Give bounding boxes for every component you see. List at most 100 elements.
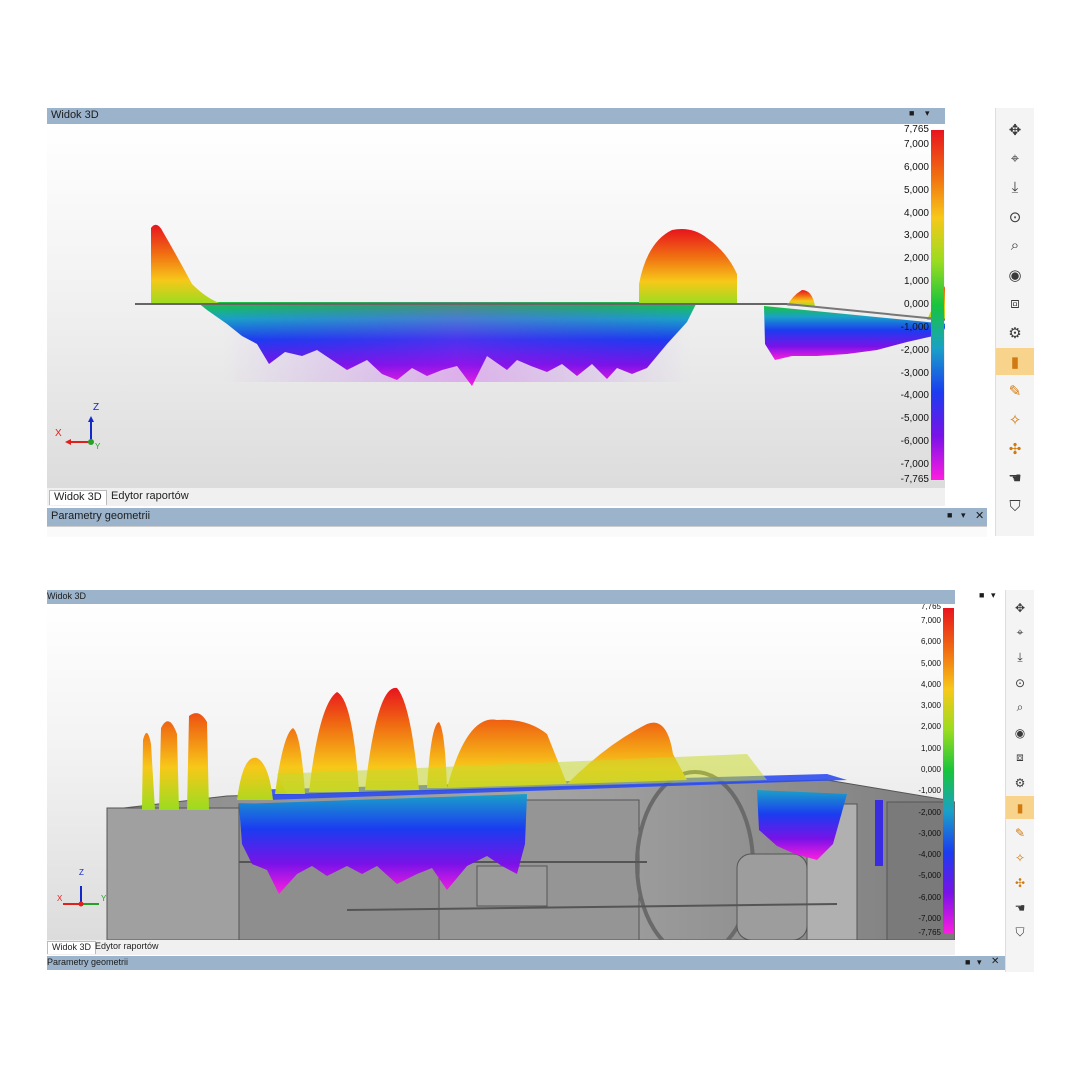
label-move-icon[interactable]: ✣ [996, 435, 1034, 462]
zoom-icon[interactable]: ⌕ [1006, 696, 1034, 719]
legend-label: -4,000 [900, 390, 929, 402]
visibility-icon[interactable]: ◉ [1006, 721, 1034, 744]
settings-icon[interactable]: ⚙ [996, 319, 1034, 346]
view-toolbar: ✥ ⌖ ⤓ ⊙ ⌕ ◉ ⧈ ⚙ ▮ ✎ ✧ ✣ ☚ ⛉ [995, 108, 1034, 536]
legend-label: -7,000 [918, 914, 941, 924]
viewport-3d[interactable]: Z X Y 7,765 7,000 6,000 5,000 4,000 3,000 2,00… [47, 604, 955, 940]
legend-label: 5,000 [903, 184, 929, 196]
hand-icon[interactable]: ☚ [1006, 896, 1034, 919]
view-tabs: Widok 3D Edytor raportów [47, 488, 945, 506]
chevron-down-icon[interactable]: ▾ [977, 957, 982, 968]
axis-x-label: X [57, 894, 63, 903]
chevron-down-icon[interactable]: ▾ [925, 108, 930, 119]
axis-y-label: Y [95, 442, 101, 451]
zoom-fit-icon[interactable]: ⊙ [1006, 671, 1034, 694]
import-icon[interactable]: ⤓ [996, 174, 1034, 201]
pin-icon[interactable]: ■ [909, 108, 914, 118]
legend-label: 7,765 [920, 604, 941, 611]
color-map-icon[interactable]: ▮ [996, 348, 1034, 375]
tab-edytor-raportow[interactable]: Edytor raportów [107, 490, 193, 504]
viewport-3d[interactable]: Z X Y 7,765 7,000 6,000 5,000 4,000 3,000 2,00… [47, 124, 945, 488]
color-map-icon[interactable]: ▮ [1006, 796, 1034, 819]
axis-x-label: X [55, 428, 62, 439]
annotation-icon[interactable]: ✎ [1006, 821, 1034, 844]
axis-view-icon[interactable]: ⌖ [996, 145, 1034, 172]
legend-label: 6,000 [920, 637, 941, 647]
legend-label: 2,000 [920, 722, 941, 732]
shield-icon[interactable]: ⛉ [1006, 921, 1034, 944]
geometry-panel-titlebar: Parametry geometrii ■ ▾ ✕ [47, 956, 1007, 970]
window-titlebar: Widok 3D ■ ▾ [47, 590, 996, 604]
legend-label: -4,000 [918, 850, 941, 860]
legend-label: 3,000 [903, 230, 929, 242]
color-legend: 7,765 7,000 6,000 5,000 4,000 3,000 2,000 1,000… [887, 124, 945, 488]
legend-label: -7,000 [900, 459, 929, 471]
zoom-fit-icon[interactable]: ⊙ [996, 203, 1034, 230]
legend-label: 0,000 [920, 765, 941, 774]
pin-icon[interactable]: ■ [947, 510, 952, 520]
pan-rotate-icon[interactable]: ✥ [996, 116, 1034, 143]
axis-z-label: Z [79, 868, 84, 877]
axis-triad [65, 416, 94, 445]
legend-label: -3,000 [900, 367, 929, 379]
positive-deviation-peak-left [151, 224, 222, 304]
deviation-plot [65, 224, 945, 445]
color-tool-icon[interactable]: ✧ [1006, 846, 1034, 869]
window-title: Widok 3D [51, 109, 99, 121]
window-titlebar: Widok 3D ■ ▾ [47, 108, 945, 124]
panel-title: Parametry geometrii [47, 957, 129, 967]
pin-icon[interactable]: ■ [965, 957, 970, 967]
window-title: Widok 3D [47, 591, 87, 601]
legend-label: -2,000 [900, 344, 929, 356]
geometry-panel-titlebar: Parametry geometrii ■ ▾ ✕ [47, 508, 987, 526]
axis-y-label: Y [101, 894, 107, 903]
legend-label: 4,000 [903, 207, 929, 219]
tab-widok-3d[interactable]: Widok 3D [49, 490, 107, 505]
legend-label: -5,000 [918, 871, 941, 881]
axis-triad [63, 886, 99, 907]
positive-deviation-peak-center [639, 229, 737, 304]
tab-widok-3d[interactable]: Widok 3D [47, 941, 97, 954]
tab-edytor-raportow[interactable]: Edytor raportów [91, 941, 163, 953]
cube-icon[interactable]: ⧈ [1006, 746, 1034, 769]
hand-icon[interactable]: ☚ [996, 464, 1034, 491]
panel-title: Parametry geometrii [51, 510, 151, 522]
view-3d-window-top: Widok 3D ■ ▾ Z X Y 7,765 7,000 6,000 5,0… [47, 108, 1034, 537]
color-tool-icon[interactable]: ✧ [996, 406, 1034, 433]
axis-view-icon[interactable]: ⌖ [1006, 621, 1034, 644]
legend-label: 5,000 [920, 658, 941, 668]
deviation-model-plot [63, 687, 955, 940]
annotation-icon[interactable]: ✎ [996, 377, 1034, 404]
settings-icon[interactable]: ⚙ [1006, 771, 1034, 794]
geometry-panel-body [47, 526, 987, 537]
legend-label: -1,000 [900, 321, 929, 333]
label-move-icon[interactable]: ✣ [1006, 871, 1034, 894]
close-icon[interactable]: ✕ [975, 509, 984, 522]
legend-label: 4,000 [920, 679, 941, 689]
pan-rotate-icon[interactable]: ✥ [1006, 596, 1034, 619]
legend-label: 1,000 [920, 743, 941, 753]
import-icon[interactable]: ⤓ [1006, 646, 1034, 669]
legend-label: -2,000 [918, 807, 941, 817]
cube-icon[interactable]: ⧈ [996, 290, 1034, 317]
view-toolbar: ✥ ⌖ ⤓ ⊙ ⌕ ◉ ⧈ ⚙ ▮ ✎ ✧ ✣ ☚ ⛉ [1005, 590, 1034, 972]
legend-label: 3,000 [920, 701, 941, 711]
legend-color-bar [931, 130, 944, 480]
legend-label: -1,000 [918, 786, 941, 796]
zoom-icon[interactable]: ⌕ [996, 232, 1034, 259]
chevron-down-icon[interactable]: ▾ [991, 590, 996, 601]
close-icon[interactable]: ✕ [991, 956, 999, 967]
shield-icon[interactable]: ⛉ [996, 493, 1034, 520]
legend-label: 1,000 [903, 276, 929, 288]
legend-label: -6,000 [918, 892, 941, 902]
legend-label: 7,000 [903, 138, 929, 150]
view-tabs: Widok 3D Edytor raportów [47, 940, 955, 955]
visibility-icon[interactable]: ◉ [996, 261, 1034, 288]
axis-z-label: Z [93, 402, 100, 413]
legend-label: 7,765 [903, 124, 929, 135]
legend-label: 0,000 [903, 299, 929, 310]
pin-icon[interactable]: ■ [979, 590, 984, 600]
chevron-down-icon[interactable]: ▾ [961, 510, 966, 521]
legend-label: 7,000 [920, 615, 941, 625]
color-legend: 7,765 7,000 6,000 5,000 4,000 3,000 2,000 1,000… [909, 604, 955, 940]
